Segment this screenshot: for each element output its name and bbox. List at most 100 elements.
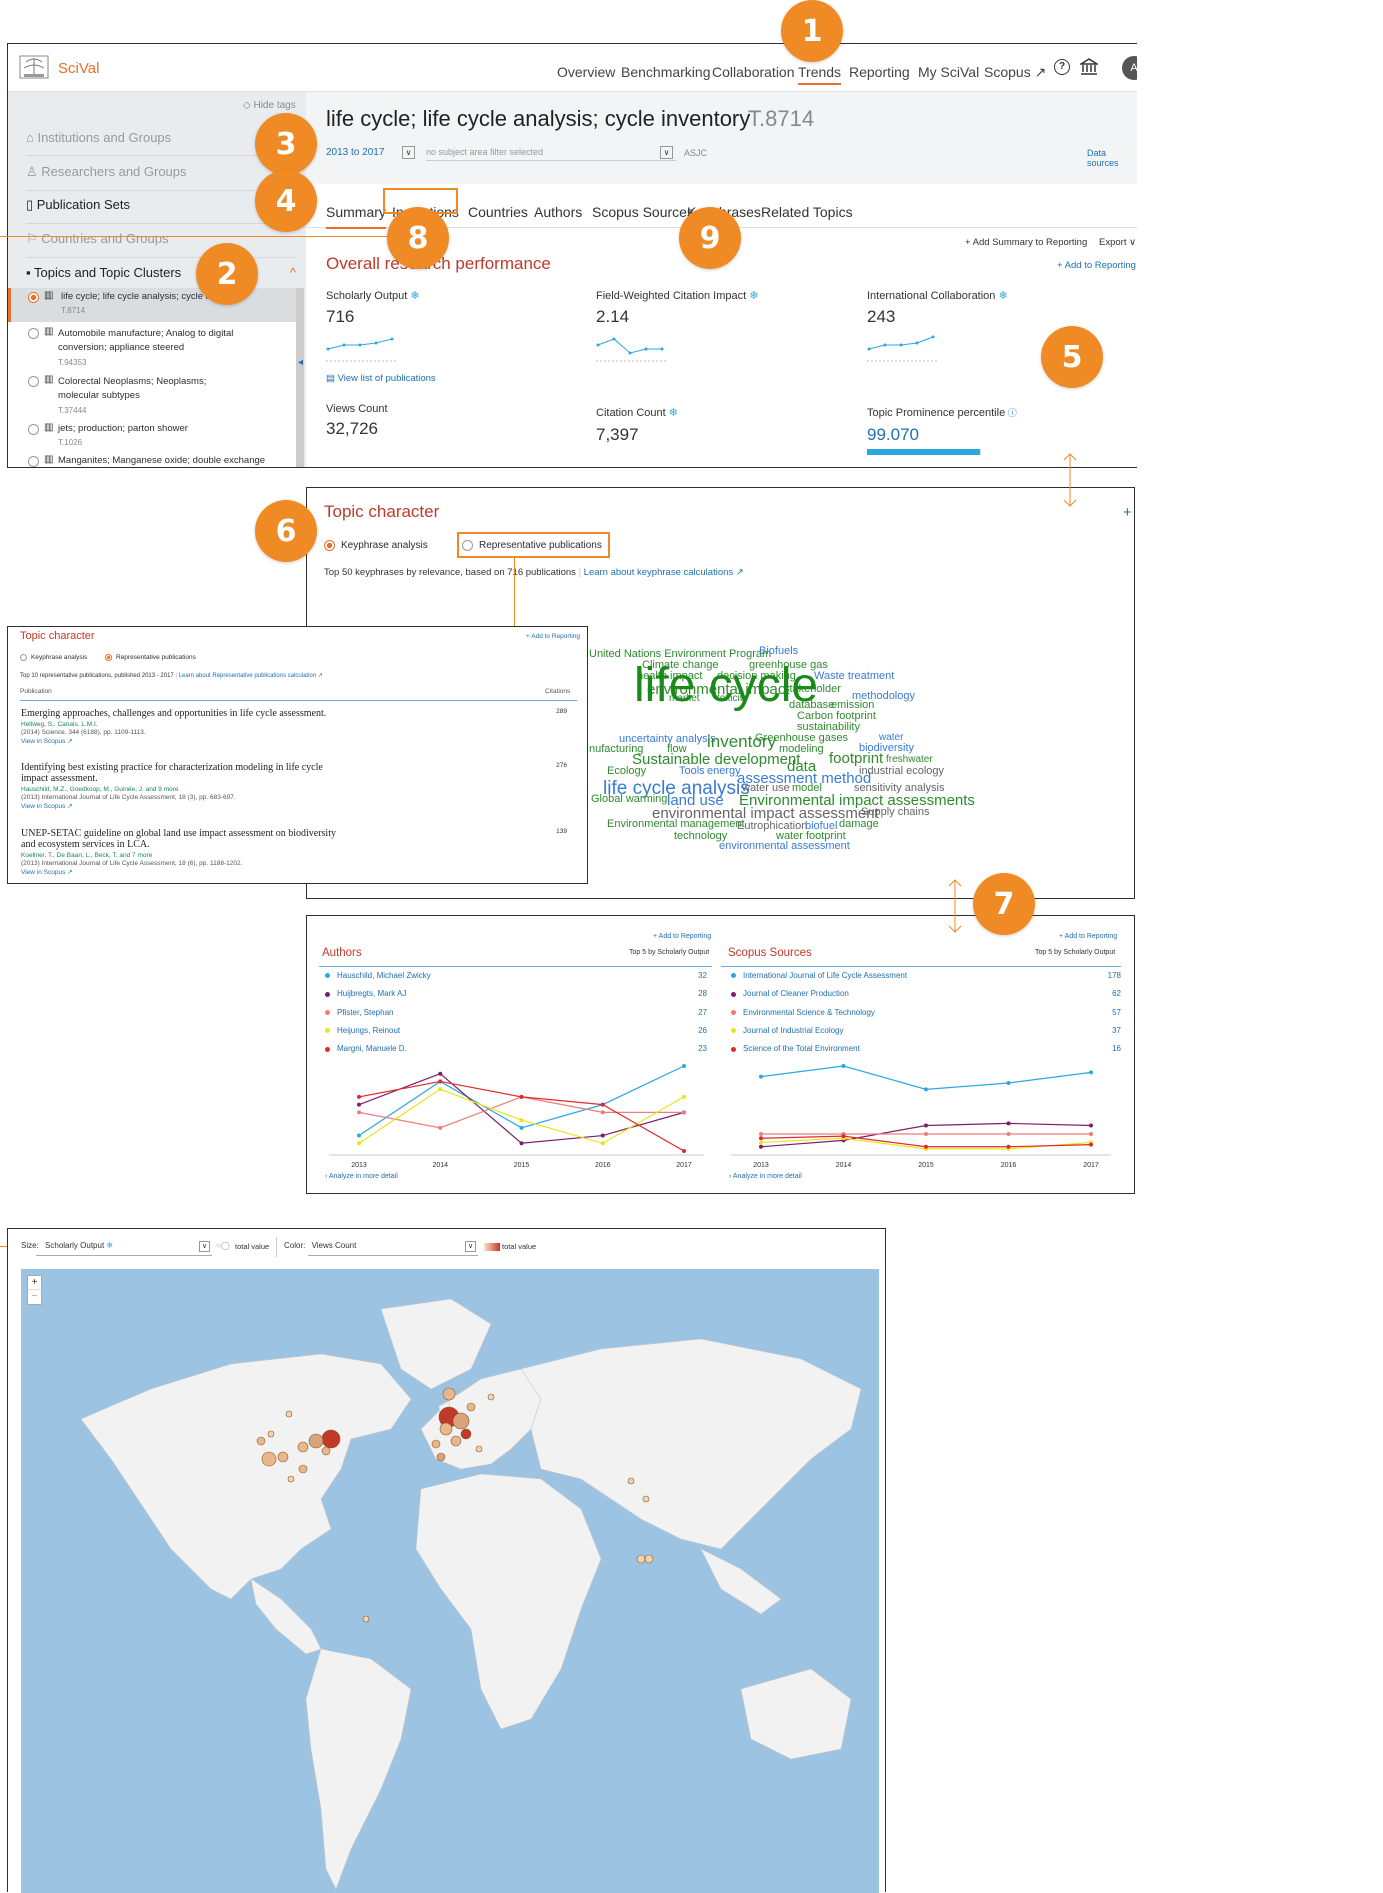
export-button[interactable]: Export ∨ [1099, 237, 1136, 248]
zoom-out-button[interactable]: − [28, 1290, 41, 1304]
series-line[interactable] [358, 1080, 685, 1152]
data-point[interactable] [1006, 1132, 1011, 1136]
keyphrase-word[interactable]: freshwater [886, 754, 933, 765]
legend-row[interactable]: Pfister, Stephan 27 [325, 1008, 707, 1017]
legend-name[interactable]: International Journal of Life Cycle Asse… [743, 971, 907, 980]
tab-countries[interactable]: Countries [468, 204, 528, 220]
view-publications-link[interactable]: ▤ View list of publications [326, 373, 436, 384]
data-point[interactable] [519, 1118, 524, 1123]
data-point[interactable] [759, 1136, 763, 1141]
data-point[interactable] [600, 1141, 605, 1146]
view-in-scopus-link[interactable]: View in Scopus ↗ [21, 737, 567, 745]
tab-related-topics[interactable]: Related Topics [761, 204, 853, 220]
data-point[interactable] [682, 1110, 686, 1115]
sources-add-reporting-link[interactable]: + Add to Reporting [1059, 933, 1117, 940]
data-point[interactable] [924, 1123, 928, 1128]
authors-analyze-link[interactable]: › Analyze in more detail [325, 1173, 398, 1180]
legend-name[interactable]: Margni, Manuele D. [337, 1044, 407, 1053]
rep-add-reporting-link[interactable]: + Add to Reporting [526, 633, 580, 640]
legend-name[interactable]: Huijbregts, Mark AJ [337, 989, 406, 998]
data-point[interactable] [519, 1094, 524, 1099]
legend-row[interactable]: Journal of Industrial Ecology 37 [731, 1026, 1121, 1035]
legend-row[interactable]: Science of the Total Environment 16 [731, 1044, 1121, 1053]
snowflake-icon[interactable]: ❄ [995, 290, 1007, 302]
data-point[interactable] [759, 1074, 763, 1079]
radio-icon[interactable] [20, 654, 27, 661]
nav-benchmarking[interactable]: Benchmarking [621, 64, 711, 80]
zoom-in-button[interactable]: + [28, 1276, 41, 1290]
data-point[interactable] [600, 1110, 605, 1115]
nav-reporting[interactable]: Reporting [849, 64, 910, 80]
chevron-up-icon[interactable]: ^ [290, 265, 296, 280]
legend-name[interactable]: Science of the Total Environment [743, 1044, 860, 1053]
keyphrase-word[interactable]: environmental assessment [719, 840, 850, 852]
tab-summary[interactable]: Summary [326, 204, 386, 229]
data-point[interactable] [357, 1110, 361, 1115]
rep-keyphrase-radio[interactable]: Keyphrase analysis [20, 654, 87, 661]
legend-name[interactable]: Pfister, Stephan [337, 1008, 393, 1017]
tab-authors[interactable]: Authors [534, 204, 582, 220]
sources-analyze-link[interactable]: › Analyze in more detail [729, 1173, 802, 1180]
data-point[interactable] [1089, 1142, 1093, 1147]
data-point[interactable] [1089, 1123, 1093, 1128]
keyphrase-radio[interactable]: Keyphrase analysis [324, 540, 428, 551]
data-point[interactable] [519, 1141, 524, 1146]
data-point[interactable] [438, 1087, 443, 1092]
data-point[interactable] [357, 1102, 361, 1107]
legend-row[interactable]: International Journal of Life Cycle Asse… [731, 971, 1121, 980]
avatar[interactable]: A [1122, 56, 1137, 80]
collapse-sidebar-icon[interactable]: ◂ [298, 357, 303, 368]
radio-selected-icon[interactable] [105, 654, 112, 661]
data-point[interactable] [924, 1087, 928, 1092]
chevron-down-icon[interactable]: ∨ [465, 1241, 476, 1252]
legend-row[interactable]: Journal of Cleaner Production 62 [731, 989, 1121, 998]
publication-authors[interactable]: Hauschild, M.Z., Goedkoop, M., Guinée, J… [21, 786, 567, 793]
topic-item-selected[interactable]: ▥ life cycle; life cycle analysis; cycle… [8, 288, 296, 322]
add-reporting-link[interactable]: + Add to Reporting [1057, 260, 1136, 271]
rep-publications-radio[interactable]: Representative publications [105, 654, 196, 661]
year-range-select[interactable]: 2013 to 2017 [326, 147, 384, 158]
chevron-down-icon[interactable]: ∨ [199, 1241, 210, 1252]
data-sources-link[interactable]: Data sources [1087, 148, 1137, 168]
sidebar-item-researchers[interactable]: ♙ Researchers and Groups [26, 164, 296, 191]
radio-icon[interactable] [28, 328, 39, 339]
data-point[interactable] [759, 1144, 763, 1149]
legend-row[interactable]: Hauschild, Michael Zwicky 32 [325, 971, 707, 980]
data-point[interactable] [759, 1132, 763, 1136]
publication-title[interactable]: Identifying best existing practice for c… [21, 762, 341, 784]
radio-selected-icon[interactable] [324, 540, 335, 551]
series-line[interactable] [358, 1073, 685, 1144]
keyphrase-word[interactable]: energy [707, 765, 741, 777]
data-point[interactable] [519, 1125, 524, 1130]
data-point[interactable] [1006, 1144, 1011, 1149]
publication-authors[interactable]: Hellweg, S., Canals, L.M.I. [21, 721, 567, 728]
app-name[interactable]: SciVal [58, 60, 99, 77]
data-point[interactable] [924, 1144, 928, 1149]
radio-icon[interactable] [28, 456, 39, 467]
rep-learn-link[interactable]: Learn about Representative publications … [179, 673, 323, 679]
snowflake-icon[interactable]: ❄ [407, 290, 419, 302]
snowflake-icon[interactable]: ❄ [666, 407, 678, 419]
nav-trends[interactable]: Trends [798, 64, 842, 85]
radio-selected-icon[interactable] [28, 292, 39, 303]
data-point[interactable] [438, 1071, 443, 1076]
data-point[interactable] [841, 1134, 846, 1139]
keyphrase-word[interactable]: Waste treatment [814, 670, 894, 682]
nav-overview[interactable]: Overview [557, 64, 615, 80]
keyphrase-word[interactable]: Environmental management [607, 818, 745, 830]
data-point[interactable] [682, 1094, 686, 1099]
add-icon[interactable]: + [1123, 504, 1132, 521]
data-point[interactable] [1006, 1081, 1011, 1085]
color-select[interactable]: Views Count [312, 1241, 357, 1250]
topic-item[interactable]: ▥ Colorectal Neoplasms; Neoplasms; molec… [8, 372, 296, 416]
data-point[interactable] [600, 1102, 605, 1107]
keyphrase-word[interactable]: damage [839, 818, 879, 830]
world-map[interactable]: + − [21, 1269, 879, 1893]
add-summary-reporting-link[interactable]: + Add Summary to Reporting [965, 237, 1087, 248]
topic-item[interactable]: ▥ Automobile manufacture; Analog to digi… [8, 324, 296, 368]
data-point[interactable] [1089, 1132, 1093, 1136]
data-point[interactable] [438, 1079, 443, 1084]
keyphrase-word[interactable]: Tools [679, 765, 705, 777]
data-point[interactable] [682, 1149, 686, 1153]
legend-name[interactable]: Journal of Cleaner Production [743, 989, 849, 998]
